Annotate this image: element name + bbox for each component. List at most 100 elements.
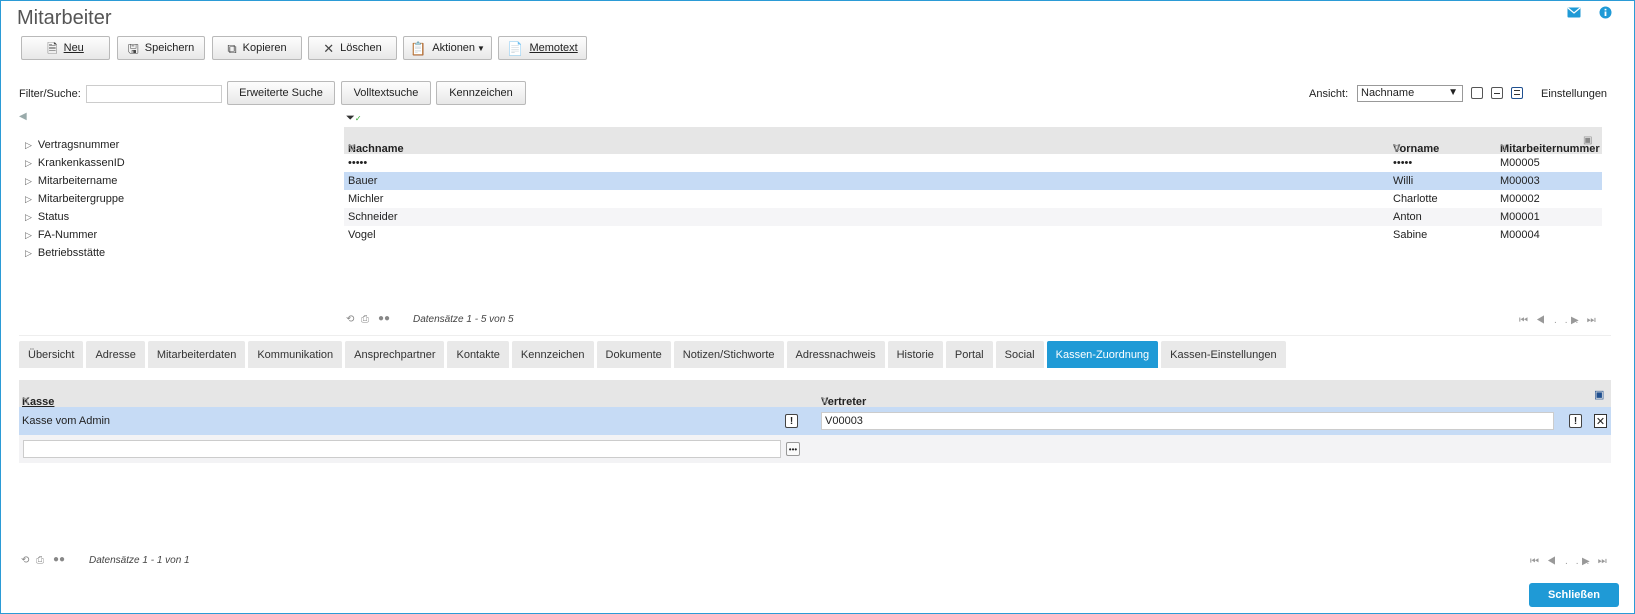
print-icon[interactable]: ⎙ — [361, 314, 369, 325]
delete-button[interactable]: ✕ Löschen — [308, 36, 397, 60]
new-button[interactable]: 🗎 Neu — [21, 36, 110, 60]
copy-icon: ⧉ — [227, 40, 237, 56]
tree-item[interactable]: ▷ FA-Nummer — [25, 226, 125, 244]
section-divider — [19, 335, 1611, 336]
tree-item[interactable]: ▷ Betriebsstätte — [25, 244, 125, 262]
kasse-input[interactable] — [23, 440, 781, 458]
required-icon[interactable]: ! — [785, 414, 798, 428]
actions-button[interactable]: 📋 Aktionen ▼ — [403, 36, 492, 60]
lookup-ellipsis-button[interactable]: ••• — [786, 442, 800, 456]
register-assignment-grid: Kasse ⇅ Vertreter ⇅ ▣ Kasse vom Admin ! … — [19, 380, 1611, 463]
view-select[interactable]: Nachname ▼ — [1357, 85, 1463, 102]
memo-button[interactable]: 📄 Memotext — [498, 36, 587, 60]
tab-bar: Übersicht Adresse Mitarbeiterdaten Kommu… — [19, 341, 1286, 368]
tab-mitarbeiterdaten[interactable]: Mitarbeiterdaten — [147, 341, 246, 368]
filter-icon[interactable]: ▽ — [348, 143, 355, 154]
print-icon[interactable]: ⎙ — [36, 555, 44, 566]
column-chooser-icon[interactable]: ▣ — [1583, 135, 1592, 146]
expand-triangle-icon[interactable]: ▷ — [25, 158, 32, 169]
expand-triangle-icon[interactable]: ▷ — [25, 212, 32, 223]
tab-adresse[interactable]: Adresse — [86, 341, 145, 368]
tab-notizen[interactable]: Notizen/Stichworte — [673, 341, 784, 368]
tree: ▷ Vertragsnummer ▷ KrankenkassenID ▷ Mitarb… — [25, 136, 125, 262]
window: Mitarbeiter 🗎 Neu 🖫 Speichern ⧉ Kopieren… — [0, 0, 1635, 614]
copy-button[interactable]: ⧉ Kopieren — [212, 36, 302, 60]
subgrid-status: Datensätze 1 - 1 von 1 — [89, 555, 190, 566]
tags-filter-button[interactable]: Kennzeichen — [436, 81, 526, 105]
grid-status: Datensätze 1 - 5 von 5 — [413, 314, 514, 325]
clipboard-gear-icon: 📋 — [410, 40, 427, 56]
required-icon[interactable]: ! — [1569, 414, 1582, 428]
fulltext-search-button[interactable]: Volltextsuche — [341, 81, 431, 105]
expand-triangle-icon[interactable]: ▷ — [25, 230, 32, 241]
tab-kommunikation[interactable]: Kommunikation — [248, 341, 343, 368]
table-row[interactable]: ••••• ••••• M00005 — [344, 154, 1602, 172]
expand-triangle-icon[interactable]: ▷ — [25, 194, 32, 205]
refresh-icon[interactable]: ⟲ — [21, 555, 29, 566]
tab-uebersicht[interactable]: Übersicht — [19, 341, 84, 368]
caret-down-icon: ▼ — [1448, 87, 1458, 98]
export-icon[interactable]: ●● — [53, 554, 65, 565]
pager-next-last-icon[interactable]: ▶⏭ — [1571, 315, 1604, 326]
close-button[interactable]: Schließen — [1529, 583, 1619, 607]
table-row[interactable]: Vogel Sabine M00004 — [344, 226, 1602, 244]
export-icon[interactable]: ●● — [378, 313, 390, 324]
tab-portal[interactable]: Portal — [945, 341, 993, 368]
advanced-search-button[interactable]: Erweiterte Suche — [227, 81, 335, 105]
page-title: Mitarbeiter — [17, 7, 112, 29]
collapse-left-icon[interactable]: ◀ — [19, 111, 27, 122]
sort-icon[interactable]: ⇅ — [22, 396, 30, 407]
tree-item[interactable]: ▷ Vertragsnummer — [25, 136, 125, 154]
caret-down-icon: ▼ — [477, 43, 485, 53]
filter-label: Filter/Suche: — [19, 88, 81, 100]
filter-funnel-icon[interactable]: ⏷✓ — [346, 112, 362, 125]
pager-next-last-icon[interactable]: ▶⏭ — [1582, 556, 1615, 567]
grid-header: Kasse ⇅ Vertreter ⇅ ▣ — [19, 380, 1611, 408]
new-row: ••• — [19, 435, 1611, 463]
delete-x-icon: ✕ — [323, 40, 335, 56]
tree-item[interactable]: ▷ Status — [25, 208, 125, 226]
table-row[interactable]: Kasse vom Admin ! V00003 ! ✕ — [19, 407, 1611, 435]
column-chooser-icon[interactable]: ▣ — [1594, 388, 1604, 401]
view-full-icon[interactable] — [1511, 87, 1523, 99]
tree-item[interactable]: ▷ Mitarbeitergruppe — [25, 190, 125, 208]
tab-historie[interactable]: Historie — [887, 341, 943, 368]
pager-first-prev-icon[interactable]: ⏮◀ — [1519, 315, 1553, 326]
floppy-disk-icon: 🖫 — [127, 40, 139, 56]
sort-icon[interactable]: ⇅ — [1500, 143, 1508, 154]
save-button[interactable]: 🖫 Speichern — [117, 36, 205, 60]
tab-kassen-zuordnung[interactable]: Kassen-Zuordnung — [1046, 341, 1159, 368]
mail-icon[interactable] — [1567, 7, 1581, 18]
tree-item[interactable]: ▷ Mitarbeitername — [25, 172, 125, 190]
tab-kassen-einstellungen[interactable]: Kassen-Einstellungen — [1161, 341, 1286, 368]
table-row[interactable]: Bauer Willi M00003 — [344, 172, 1602, 190]
tab-kennzeichen[interactable]: Kennzeichen — [511, 341, 594, 368]
tab-adressnachweis[interactable]: Adressnachweis — [786, 341, 885, 368]
remove-row-icon[interactable]: ✕ — [1594, 414, 1607, 428]
filter-input[interactable] — [86, 85, 222, 103]
view-split-icon[interactable] — [1491, 87, 1503, 99]
table-row[interactable]: Schneider Anton M00001 — [344, 208, 1602, 226]
expand-triangle-icon[interactable]: ▷ — [25, 176, 32, 187]
expand-triangle-icon[interactable]: ▷ — [25, 248, 32, 259]
memo-icon: 📄 — [507, 40, 524, 56]
tab-ansprechpartner[interactable]: Ansprechpartner — [345, 341, 445, 368]
tab-kontakte[interactable]: Kontakte — [447, 341, 509, 368]
grid-header: Nachname ⇅ ▽ Vorname ⇅ ▽ Mitarbeiternumm… — [344, 127, 1602, 155]
vertreter-input[interactable]: V00003 — [821, 412, 1554, 430]
view-label: Ansicht: — [1309, 88, 1349, 100]
refresh-icon[interactable]: ⟲ — [346, 314, 354, 325]
tab-dokumente[interactable]: Dokumente — [596, 341, 671, 368]
tree-item[interactable]: ▷ KrankenkassenID — [25, 154, 125, 172]
pager-first-prev-icon[interactable]: ⏮◀ — [1530, 556, 1564, 567]
sort-icon[interactable]: ⇅ — [821, 396, 829, 407]
filter-icon[interactable]: ▽ — [1393, 143, 1400, 154]
expand-triangle-icon[interactable]: ▷ — [25, 140, 32, 151]
tab-social[interactable]: Social — [995, 341, 1044, 368]
help-icon[interactable] — [1599, 6, 1612, 19]
settings-link[interactable]: Einstellungen — [1541, 88, 1607, 100]
document-icon: 🗎 — [47, 40, 58, 56]
table-row[interactable]: Michler Charlotte M00002 — [344, 190, 1602, 208]
view-single-icon[interactable] — [1471, 87, 1483, 99]
employee-grid: Nachname ⇅ ▽ Vorname ⇅ ▽ Mitarbeiternumm… — [344, 127, 1602, 244]
